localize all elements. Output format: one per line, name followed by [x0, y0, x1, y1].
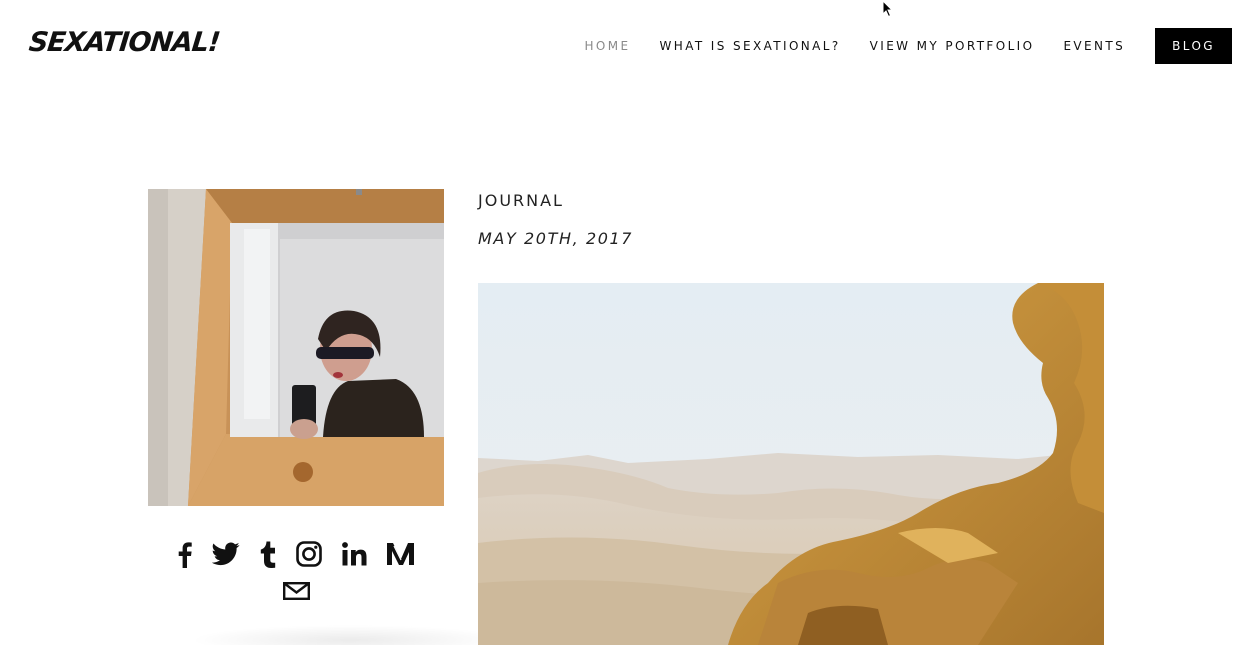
facebook-icon[interactable]: [178, 541, 192, 568]
bottom-shadow: [190, 625, 510, 645]
email-icon[interactable]: [282, 582, 310, 600]
post-hero-image: [478, 283, 1104, 645]
site-logo[interactable]: SEXATIONAL!: [27, 27, 221, 58]
linkedin-icon[interactable]: [341, 542, 367, 566]
nav-blog-button[interactable]: BLOG: [1155, 28, 1232, 64]
tumblr-icon[interactable]: [260, 541, 276, 568]
post-date: MAY 20TH, 2017: [478, 229, 634, 248]
nav-events[interactable]: EVENTS: [1063, 28, 1125, 64]
twitter-icon[interactable]: [211, 542, 240, 566]
nav-view-my-portfolio[interactable]: VIEW MY PORTFOLIO: [870, 28, 1035, 64]
profile-photo: [148, 189, 444, 506]
instagram-icon[interactable]: [295, 541, 322, 567]
post-category[interactable]: JOURNAL: [478, 191, 564, 210]
medium-icon[interactable]: [386, 542, 415, 566]
mouse-cursor-icon: [882, 0, 894, 18]
nav-what-is-sexational[interactable]: WHAT IS SEXATIONAL?: [660, 28, 841, 64]
nav-home[interactable]: HOME: [584, 28, 630, 64]
social-links: [148, 538, 444, 607]
main-nav: HOME WHAT IS SEXATIONAL? VIEW MY PORTFOL…: [555, 28, 1232, 64]
